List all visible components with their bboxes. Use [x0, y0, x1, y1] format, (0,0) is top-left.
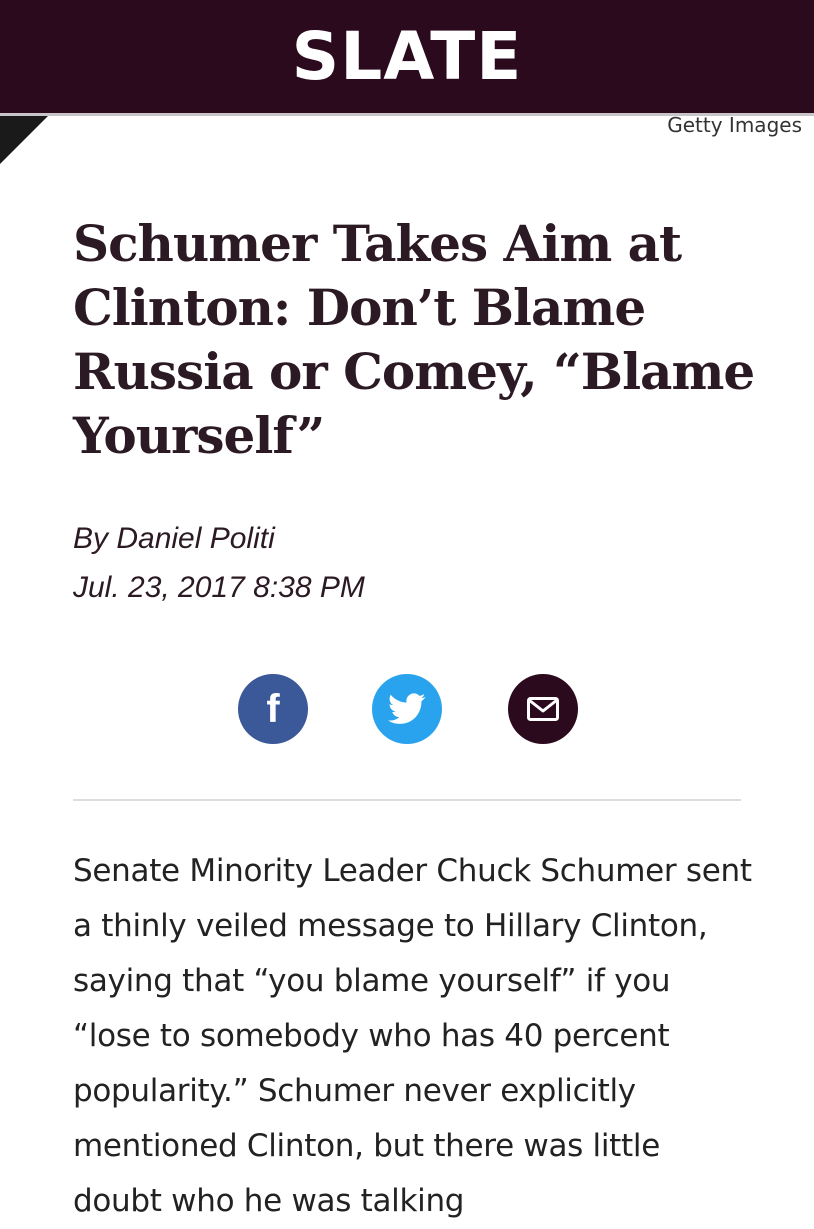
- mail-icon: [527, 697, 559, 721]
- article-title: Schumer Takes Aim at Clinton: Don’t Blam…: [73, 214, 755, 465]
- article-byline[interactable]: By Daniel Politi: [73, 515, 275, 563]
- image-corner: [0, 116, 48, 164]
- article-date: Jul. 23, 2017 8:38 PM: [73, 571, 365, 604]
- facebook-icon: f: [266, 687, 280, 731]
- twitter-share-button[interactable]: [372, 674, 442, 744]
- facebook-share-button[interactable]: f: [238, 674, 308, 744]
- slate-logo[interactable]: SLATE: [0, 14, 814, 100]
- divider: [73, 799, 741, 801]
- email-share-button[interactable]: [508, 674, 578, 744]
- photo-credit: Getty Images: [667, 113, 802, 137]
- article-body: Senate Minority Leader Chuck Schumer sen…: [73, 853, 752, 1219]
- site-header: SLATE: [0, 0, 814, 116]
- twitter-icon: [388, 693, 426, 724]
